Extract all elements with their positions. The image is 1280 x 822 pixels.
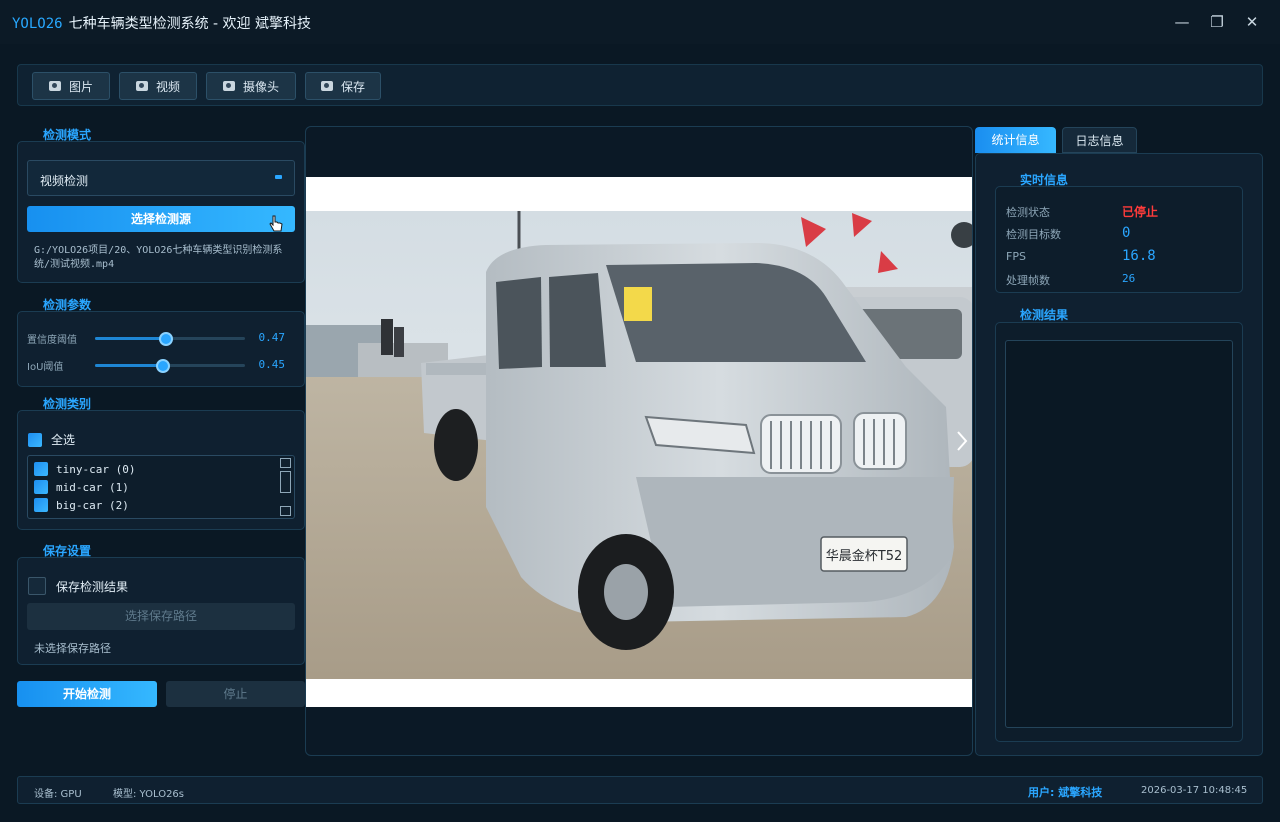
toolbar: 图片 视频 摄像头 保存 [17,64,1263,106]
video-button[interactable]: 视频 [119,72,197,100]
fps-value: 16.8 [1122,248,1156,264]
tab-stats[interactable]: 统计信息 [975,127,1056,153]
class-check-icon [34,462,48,476]
class-check-icon [34,480,48,494]
list-scrollbar-handle[interactable] [280,471,291,493]
iou-slider-fill [95,364,163,367]
datetime-text: 2026-03-17 10:48:45 [1141,785,1248,796]
iou-slider-row: IoU阈值 0.45 [27,357,297,373]
frames-label: 处理帧数 [1006,274,1050,287]
video-icon [135,81,148,91]
class-list: tiny-car (0) mid-car (1) big-car (2) [27,455,295,519]
video-button-label: 视频 [155,79,180,94]
class-item-big-car[interactable]: big-car (2) [28,496,294,514]
count-label: 检测目标数 [1006,228,1061,241]
status-bar: 设备: GPU 模型: YOLO26s 用户: 斌擎科技 2026-03-17 … [17,776,1263,804]
conf-value: 0.47 [258,331,286,344]
status-value: 已停止 [1122,205,1159,219]
class-item-label: tiny-car (0) [56,462,136,476]
maximize-button[interactable]: ❐ [1205,10,1229,34]
choose-save-path-button[interactable]: 选择保存路径 [27,603,295,630]
iou-slider-handle[interactable] [155,359,170,373]
class-item-label: big-car (2) [56,498,129,512]
license-plate-text: 华晨金杯T52 [826,548,902,564]
select-all-check-icon [28,432,42,447]
count-value: 0 [1122,225,1131,241]
video-frame: 华晨金杯T52 [306,177,972,707]
user-text: 用户: 斌擎科技 [1028,786,1103,799]
save-button-label: 保存 [340,79,365,94]
conf-slider-handle[interactable] [158,332,173,346]
save-path-text: 未选择保存路径 [34,642,111,655]
detect-mode-value: 视频检测 [40,174,89,188]
scroll-down-button[interactable] [280,506,291,516]
cursor-pointer-icon [269,215,283,232]
results-list[interactable] [1005,340,1233,728]
image-button[interactable]: 图片 [32,72,110,100]
conf-slider-row: 置信度阈值 0.47 [27,330,297,346]
camera-button[interactable]: 摄像头 [206,72,296,100]
class-item-mid-car[interactable]: mid-car (1) [28,478,294,496]
class-item-tiny-car[interactable]: tiny-car (0) [28,460,294,478]
image-button-label: 图片 [68,79,93,94]
close-button[interactable]: ✕ [1240,10,1264,34]
save-button[interactable]: 保存 [305,72,381,100]
window-title-text: 七种车辆类型检测系统 - 欢迎 斌擎科技 [68,16,311,32]
detect-mode-select[interactable]: 视频检测 [27,160,295,196]
video-image: 华晨金杯T52 [306,211,972,679]
camera-icon [222,81,235,91]
select-all-label: 全选 [51,433,76,447]
scroll-up-button[interactable] [280,458,291,468]
start-detect-button[interactable]: 开始检测 [17,681,157,707]
save-results-label: 保存检测结果 [56,579,129,594]
minimize-button[interactable]: — [1170,10,1194,34]
class-check-icon [34,498,48,512]
iou-label: IoU阈值 [27,362,64,373]
save-icon [320,81,333,91]
conf-slider-fill [95,337,166,340]
iou-value: 0.45 [258,358,286,371]
title-bar: YOLO26 七种车辆类型检测系统 - 欢迎 斌擎科技 — ❐ ✕ [0,0,1280,44]
model-text: 模型: YOLO26s [113,789,185,800]
frames-value: 26 [1122,272,1136,285]
source-path-text: G:/YOLO26项目/20、YOLO26七种车辆类型识别检测系统/测试视频.m… [34,245,283,270]
select-source-button[interactable]: 选择检测源 [27,206,295,232]
stop-button[interactable]: 停止 [166,681,305,707]
save-results-check-icon [28,577,46,595]
window-title: YOLO26 七种车辆类型检测系统 - 欢迎 斌擎科技 [12,13,311,33]
dropdown-indicator-icon [275,175,282,179]
status-label: 检测状态 [1006,206,1050,219]
conf-slider[interactable] [95,332,245,346]
iou-slider[interactable] [95,359,245,373]
tab-log[interactable]: 日志信息 [1062,127,1137,153]
conf-label: 置信度阈值 [27,335,77,346]
params-panel [17,311,305,387]
device-text: 设备: GPU [34,789,82,800]
save-results-checkbox[interactable]: 保存检测结果 [28,577,128,595]
class-item-label: mid-car (1) [56,480,129,494]
fps-label: FPS [1006,250,1026,263]
video-display-panel: 华晨金杯T52 [305,126,973,756]
brand-label: YOLO26 [12,16,63,32]
camera-button-label: 摄像头 [242,79,279,94]
results-label: 检测结果 [1020,308,1069,322]
image-icon [48,81,61,91]
select-all-checkbox[interactable]: 全选 [28,431,75,448]
